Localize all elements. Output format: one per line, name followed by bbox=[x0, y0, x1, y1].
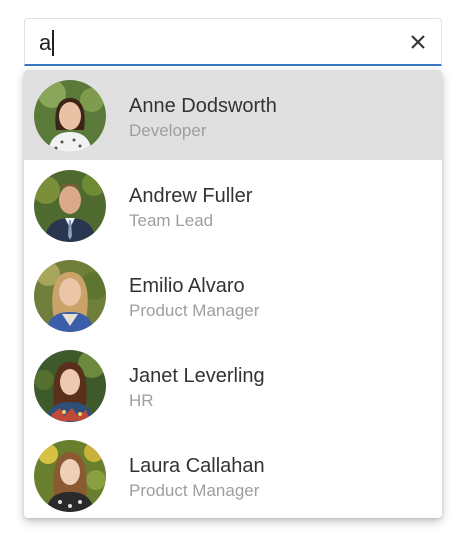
suggestions-popup: Anne Dodsworth Developer Andrew Fuller T… bbox=[24, 70, 442, 518]
avatar bbox=[34, 170, 106, 242]
suggestion-name: Emilio Alvaro bbox=[129, 275, 245, 297]
avatar bbox=[34, 260, 106, 332]
search-input[interactable]: a bbox=[39, 30, 55, 56]
avatar-photo-icon bbox=[34, 80, 106, 152]
avatar bbox=[34, 350, 106, 422]
clear-button[interactable] bbox=[407, 31, 429, 53]
suggestion-item-andrew-fuller[interactable]: Andrew Fuller Team Lead bbox=[24, 160, 442, 250]
avatar-photo-icon bbox=[34, 440, 106, 512]
avatar-photo-icon bbox=[34, 170, 106, 242]
close-icon[interactable] bbox=[407, 31, 429, 53]
suggestion-role: Product Manager bbox=[129, 301, 260, 320]
suggestion-name: Janet Leverling bbox=[129, 365, 265, 387]
suggestion-role: HR bbox=[129, 391, 154, 410]
suggestion-role: Team Lead bbox=[129, 211, 214, 230]
avatar bbox=[34, 80, 106, 152]
suggestion-name: Andrew Fuller bbox=[129, 185, 253, 207]
search-input-value[interactable]: a bbox=[39, 30, 51, 55]
text-caret bbox=[52, 30, 55, 56]
suggestion-role: Product Manager bbox=[129, 481, 260, 500]
suggestion-item-anne-dodsworth[interactable]: Anne Dodsworth Developer bbox=[24, 70, 442, 160]
avatar-photo-icon bbox=[34, 260, 106, 332]
suggestion-item-emilio-alvaro[interactable]: Emilio Alvaro Product Manager bbox=[24, 250, 442, 340]
suggestion-item-janet-leverling[interactable]: Janet Leverling HR bbox=[24, 340, 442, 430]
suggestion-name: Anne Dodsworth bbox=[129, 95, 277, 117]
suggestion-name: Laura Callahan bbox=[129, 455, 265, 477]
suggestion-role: Developer bbox=[129, 121, 207, 140]
avatar bbox=[34, 440, 106, 512]
avatar-photo-icon bbox=[34, 350, 106, 422]
suggestion-item-laura-callahan[interactable]: Laura Callahan Product Manager bbox=[24, 430, 442, 518]
search-combobox[interactable]: a bbox=[24, 18, 442, 66]
